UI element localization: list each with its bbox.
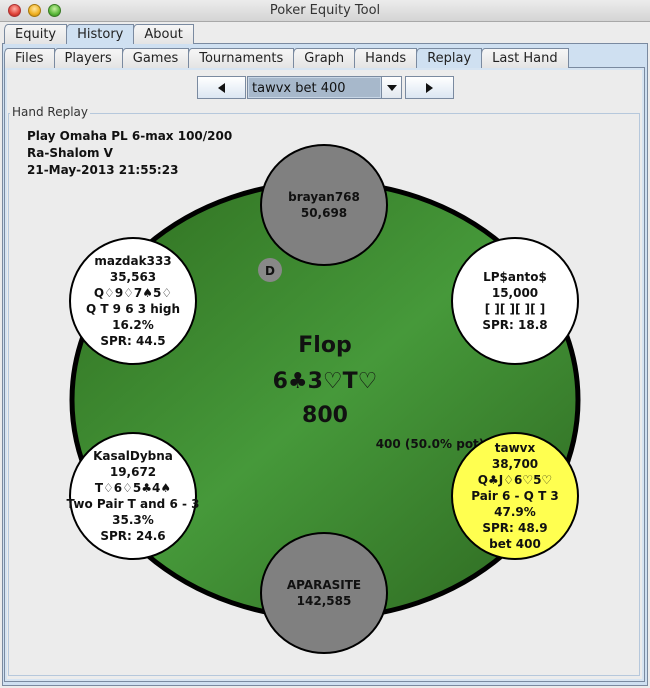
street-label: Flop	[298, 333, 351, 358]
hand-description: Two Pair T and 6 - 3	[67, 497, 200, 511]
player-name: tawvx	[495, 441, 536, 455]
equity-percent: 35.3%	[112, 513, 154, 527]
player-stack: 50,698	[301, 206, 347, 220]
hole-cards: T♢6♢5♣4♠	[95, 481, 171, 495]
player-action: bet 400	[489, 537, 541, 551]
player-name: LP$anto$	[483, 270, 547, 284]
seat-top: brayan768 50,698	[260, 144, 388, 266]
bet-amount-label: 400 (50.0% pot)	[376, 437, 485, 451]
seat-top-right: LP$anto$ 15,000 [ ][ ][ ][ ] SPR: 18.8	[451, 237, 579, 365]
seat-circle	[260, 532, 388, 654]
equity-percent: 47.9%	[494, 505, 536, 519]
player-name: APARASITE	[287, 578, 361, 592]
dealer-button: D	[258, 258, 282, 282]
equity-percent: 16.2%	[112, 318, 154, 332]
spr-value: SPR: 18.8	[482, 318, 547, 332]
svg-text:D: D	[265, 264, 275, 278]
seat-circle	[451, 237, 579, 365]
hand-description: Pair 6 - Q T 3	[471, 489, 559, 503]
player-name: mazdak333	[94, 254, 171, 268]
spr-value: SPR: 48.9	[482, 521, 547, 535]
hand-description: Q T 9 6 3 high	[86, 302, 180, 316]
seat-circle	[260, 144, 388, 266]
seat-top-left: mazdak333 35,563 Q♢9♢7♠5♢ Q T 9 6 3 high 16.…	[69, 237, 197, 365]
board-cards: 6♣3♡T♡	[273, 369, 378, 394]
player-name: brayan768	[288, 190, 360, 204]
spr-value: SPR: 24.6	[100, 529, 165, 543]
player-stack: 19,672	[110, 465, 156, 479]
pot-amount: 800	[302, 403, 348, 428]
seat-bottom: APARASITE 142,585	[260, 532, 388, 654]
player-stack: 142,585	[297, 594, 352, 608]
spr-value: SPR: 44.5	[100, 334, 165, 348]
hole-cards: Q♢9♢7♠5♢	[94, 286, 172, 300]
hole-cards: Q♣J♢6♡5♡	[478, 473, 552, 487]
player-name: KasalDybna	[93, 449, 173, 463]
seat-bottom-right: tawvx 38,700 Q♣J♢6♡5♡ Pair 6 - Q T 3 47.9% SP…	[451, 432, 579, 560]
player-stack: 38,700	[492, 457, 538, 471]
player-stack: 35,563	[110, 270, 156, 284]
poker-table: Flop 6♣3♡T♡ 800 400 (50.0% pot) D brayan…	[67, 144, 581, 654]
player-stack: 15,000	[492, 286, 538, 300]
hole-cards: [ ][ ][ ][ ]	[485, 302, 546, 316]
